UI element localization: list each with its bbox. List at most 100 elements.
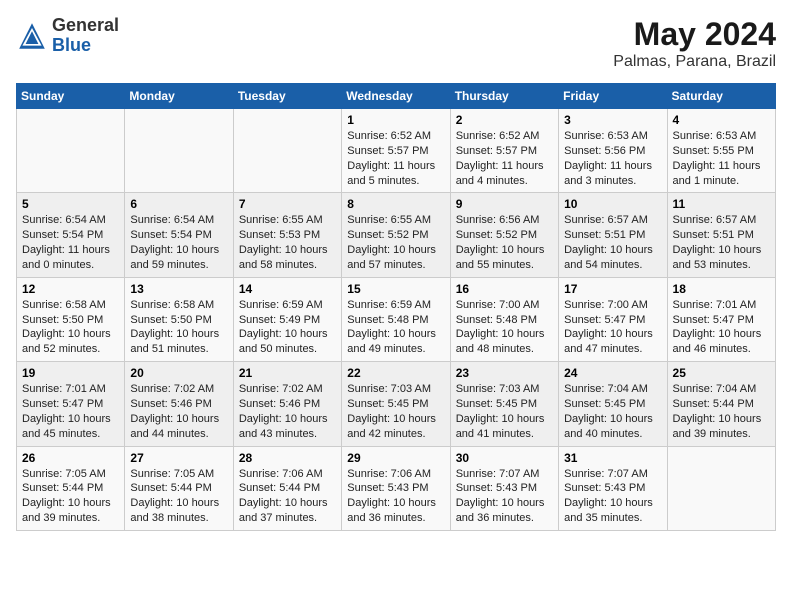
- calendar-cell: 8 Sunrise: 6:55 AM Sunset: 5:52 PM Daylig…: [342, 193, 450, 277]
- calendar-cell: 29 Sunrise: 7:06 AM Sunset: 5:43 PM Dayli…: [342, 446, 450, 530]
- calendar-title: May 2024: [613, 16, 776, 53]
- calendar-week-1: 1 Sunrise: 6:52 AM Sunset: 5:57 PM Daylig…: [17, 109, 776, 193]
- day-number: 14: [239, 282, 336, 296]
- logo-general-text: General: [52, 15, 119, 35]
- day-number: 18: [673, 282, 770, 296]
- day-info: Sunrise: 6:54 AM Sunset: 5:54 PM Dayligh…: [130, 213, 227, 272]
- calendar-week-4: 19 Sunrise: 7:01 AM Sunset: 5:47 PM Dayli…: [17, 362, 776, 446]
- calendar-cell: 11 Sunrise: 6:57 AM Sunset: 5:51 PM Dayli…: [667, 193, 775, 277]
- calendar-cell: 27Sunrise: 7:05 AM Sunset: 5:44 PM Dayli…: [125, 446, 233, 530]
- day-info: Sunrise: 6:58 AM Sunset: 5:50 PM Dayligh…: [130, 298, 227, 357]
- day-info: Sunrise: 6:58 AM Sunset: 5:50 PM Dayligh…: [22, 298, 119, 357]
- days-of-week-row: SundayMondayTuesdayWednesdayThursdayFrid…: [17, 84, 776, 109]
- day-number: 19: [22, 366, 119, 380]
- calendar-week-3: 12 Sunrise: 6:58 AM Sunset: 5:50 PM Dayli…: [17, 277, 776, 361]
- day-number: 2: [456, 113, 553, 127]
- page-header: General Blue May 2024 Palmas, Parana, Br…: [16, 16, 776, 71]
- calendar-cell: 17 Sunrise: 7:00 AM Sunset: 5:47 PM Dayli…: [559, 277, 667, 361]
- day-info: Sunrise: 6:57 AM Sunset: 5:51 PM Dayligh…: [673, 213, 770, 272]
- day-number: 3: [564, 113, 661, 127]
- day-number: 24: [564, 366, 661, 380]
- day-of-week-thursday: Thursday: [450, 84, 558, 109]
- day-number: 17: [564, 282, 661, 296]
- day-info: Sunrise: 7:05 AM Sunset: 5:44 PM Dayligh…: [22, 467, 119, 526]
- day-number: 7: [239, 197, 336, 211]
- calendar-cell: 4Sunrise: 6:53 AM Sunset: 5:55 PM Daylig…: [667, 109, 775, 193]
- calendar-cell: 14 Sunrise: 6:59 AM Sunset: 5:49 PM Dayli…: [233, 277, 341, 361]
- calendar-cell: 7 Sunrise: 6:55 AM Sunset: 5:53 PM Daylig…: [233, 193, 341, 277]
- logo: General Blue: [16, 16, 119, 56]
- day-info: Sunrise: 6:55 AM Sunset: 5:53 PM Dayligh…: [239, 213, 336, 272]
- calendar-cell: 5Sunrise: 6:54 AM Sunset: 5:54 PM Daylig…: [17, 193, 125, 277]
- day-of-week-friday: Friday: [559, 84, 667, 109]
- day-number: 4: [673, 113, 770, 127]
- day-number: 20: [130, 366, 227, 380]
- day-info: Sunrise: 7:04 AM Sunset: 5:45 PM Dayligh…: [564, 382, 661, 441]
- calendar-cell: 28 Sunrise: 7:06 AM Sunset: 5:44 PM Dayli…: [233, 446, 341, 530]
- day-info: Sunrise: 7:04 AM Sunset: 5:44 PM Dayligh…: [673, 382, 770, 441]
- day-number: 10: [564, 197, 661, 211]
- day-info: Sunrise: 7:05 AM Sunset: 5:44 PM Dayligh…: [130, 467, 227, 526]
- calendar-table: SundayMondayTuesdayWednesdayThursdayFrid…: [16, 83, 776, 531]
- day-info: Sunrise: 7:01 AM Sunset: 5:47 PM Dayligh…: [673, 298, 770, 357]
- calendar-cell: 18 Sunrise: 7:01 AM Sunset: 5:47 PM Dayli…: [667, 277, 775, 361]
- day-info: Sunrise: 7:00 AM Sunset: 5:47 PM Dayligh…: [564, 298, 661, 357]
- title-block: May 2024 Palmas, Parana, Brazil: [613, 16, 776, 71]
- calendar-cell: 23 Sunrise: 7:03 AM Sunset: 5:45 PM Dayli…: [450, 362, 558, 446]
- day-number: 16: [456, 282, 553, 296]
- day-number: 12: [22, 282, 119, 296]
- calendar-week-5: 26 Sunrise: 7:05 AM Sunset: 5:44 PM Dayli…: [17, 446, 776, 530]
- day-info: Sunrise: 6:55 AM Sunset: 5:52 PM Dayligh…: [347, 213, 444, 272]
- day-of-week-tuesday: Tuesday: [233, 84, 341, 109]
- calendar-cell: [667, 446, 775, 530]
- day-info: Sunrise: 6:53 AM Sunset: 5:56 PM Dayligh…: [564, 129, 661, 188]
- day-of-week-saturday: Saturday: [667, 84, 775, 109]
- calendar-week-2: 5Sunrise: 6:54 AM Sunset: 5:54 PM Daylig…: [17, 193, 776, 277]
- calendar-cell: 22 Sunrise: 7:03 AM Sunset: 5:45 PM Dayli…: [342, 362, 450, 446]
- logo-icon: [16, 20, 48, 52]
- day-info: Sunrise: 7:01 AM Sunset: 5:47 PM Dayligh…: [22, 382, 119, 441]
- day-info: Sunrise: 6:57 AM Sunset: 5:51 PM Dayligh…: [564, 213, 661, 272]
- calendar-cell: 6 Sunrise: 6:54 AM Sunset: 5:54 PM Daylig…: [125, 193, 233, 277]
- day-number: 26: [22, 451, 119, 465]
- day-number: 28: [239, 451, 336, 465]
- calendar-subtitle: Palmas, Parana, Brazil: [613, 53, 776, 71]
- day-number: 1: [347, 113, 444, 127]
- day-number: 29: [347, 451, 444, 465]
- day-info: Sunrise: 6:52 AM Sunset: 5:57 PM Dayligh…: [347, 129, 444, 188]
- day-info: Sunrise: 7:06 AM Sunset: 5:43 PM Dayligh…: [347, 467, 444, 526]
- day-number: 22: [347, 366, 444, 380]
- calendar-cell: 24 Sunrise: 7:04 AM Sunset: 5:45 PM Dayli…: [559, 362, 667, 446]
- calendar-cell: 15Sunrise: 6:59 AM Sunset: 5:48 PM Dayli…: [342, 277, 450, 361]
- calendar-cell: 26 Sunrise: 7:05 AM Sunset: 5:44 PM Dayli…: [17, 446, 125, 530]
- day-info: Sunrise: 7:06 AM Sunset: 5:44 PM Dayligh…: [239, 467, 336, 526]
- day-number: 8: [347, 197, 444, 211]
- day-info: Sunrise: 6:59 AM Sunset: 5:49 PM Dayligh…: [239, 298, 336, 357]
- day-number: 21: [239, 366, 336, 380]
- calendar-cell: [125, 109, 233, 193]
- calendar-cell: 10 Sunrise: 6:57 AM Sunset: 5:51 PM Dayli…: [559, 193, 667, 277]
- day-number: 23: [456, 366, 553, 380]
- day-info: Sunrise: 7:02 AM Sunset: 5:46 PM Dayligh…: [239, 382, 336, 441]
- day-info: Sunrise: 7:07 AM Sunset: 5:43 PM Dayligh…: [456, 467, 553, 526]
- calendar-cell: 20Sunrise: 7:02 AM Sunset: 5:46 PM Dayli…: [125, 362, 233, 446]
- day-number: 6: [130, 197, 227, 211]
- day-number: 11: [673, 197, 770, 211]
- day-info: Sunrise: 7:03 AM Sunset: 5:45 PM Dayligh…: [347, 382, 444, 441]
- day-info: Sunrise: 6:56 AM Sunset: 5:52 PM Dayligh…: [456, 213, 553, 272]
- day-info: Sunrise: 7:00 AM Sunset: 5:48 PM Dayligh…: [456, 298, 553, 357]
- day-of-week-sunday: Sunday: [17, 84, 125, 109]
- day-number: 15: [347, 282, 444, 296]
- calendar-cell: 25 Sunrise: 7:04 AM Sunset: 5:44 PM Dayli…: [667, 362, 775, 446]
- day-number: 13: [130, 282, 227, 296]
- calendar-cell: 1 Sunrise: 6:52 AM Sunset: 5:57 PM Daylig…: [342, 109, 450, 193]
- calendar-header: SundayMondayTuesdayWednesdayThursdayFrid…: [17, 84, 776, 109]
- day-number: 25: [673, 366, 770, 380]
- day-info: Sunrise: 7:03 AM Sunset: 5:45 PM Dayligh…: [456, 382, 553, 441]
- calendar-cell: 19 Sunrise: 7:01 AM Sunset: 5:47 PM Dayli…: [17, 362, 125, 446]
- day-number: 31: [564, 451, 661, 465]
- calendar-cell: 13 Sunrise: 6:58 AM Sunset: 5:50 PM Dayli…: [125, 277, 233, 361]
- day-of-week-wednesday: Wednesday: [342, 84, 450, 109]
- calendar-cell: [17, 109, 125, 193]
- day-info: Sunrise: 6:52 AM Sunset: 5:57 PM Dayligh…: [456, 129, 553, 188]
